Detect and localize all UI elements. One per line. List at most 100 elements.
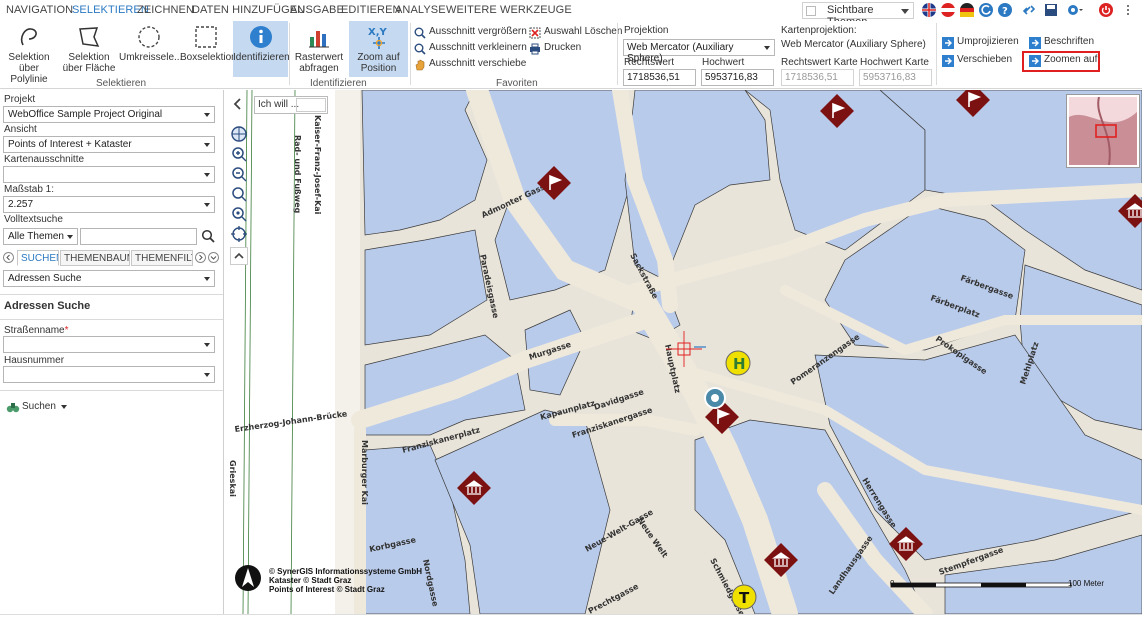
section-title: Adressen Suche: [4, 300, 91, 312]
chevron-up-icon[interactable]: [230, 247, 248, 265]
street-label-28: Prechtgasse: [587, 581, 641, 614]
at-flag-icon[interactable]: [941, 3, 955, 17]
arrow-right-icon: [1029, 37, 1041, 49]
menu-zeichnen[interactable]: ZEICHNEN: [137, 4, 194, 16]
reproject-button[interactable]: Umprojizieren: [942, 36, 1019, 51]
chevron-down-icon: [204, 277, 210, 281]
suchen-label: Suchen: [22, 401, 56, 412]
ribbon-separator: [617, 23, 618, 85]
tabs-scroll-right-icon[interactable]: [195, 252, 206, 263]
i-want-to-menu[interactable]: Ich will ...: [254, 96, 328, 114]
de-flag-icon[interactable]: [960, 3, 974, 17]
reproject-label: Umprojizieren: [957, 36, 1019, 47]
pan-extent-button[interactable]: Ausschnitt verschiebe: [414, 58, 526, 73]
i-want-to-input[interactable]: [296, 98, 326, 112]
massstab-select[interactable]: 2.257: [3, 196, 215, 213]
ansicht-select[interactable]: Points of Interest + Kataster: [3, 136, 215, 153]
hochwert-value: 5953716,83: [705, 72, 758, 83]
chevron-down-icon: [61, 405, 67, 409]
massstab-value: 2.257: [8, 199, 34, 210]
tab-suchen[interactable]: SUCHEN: [17, 250, 59, 266]
select-polyline-button[interactable]: Selektion über Polylinie: [0, 21, 58, 85]
label-label: Beschriften: [1044, 36, 1095, 47]
clear-selection-button[interactable]: Auswahl Löschen: [529, 26, 622, 41]
zoom-out-icon[interactable]: [230, 165, 248, 183]
projekt-select[interactable]: WebOffice Sample Project Original: [3, 106, 215, 123]
zoom-next-icon[interactable]: [230, 205, 248, 223]
move-button[interactable]: Verschieben: [942, 54, 1012, 69]
label-button[interactable]: Beschriften: [1029, 36, 1094, 51]
tab-themenfilter[interactable]: THEMENFILTER: [131, 250, 193, 266]
chevron-down-icon: [204, 173, 210, 177]
collapse-panel-icon[interactable]: [232, 98, 244, 110]
zoom-full-icon[interactable]: [230, 225, 248, 243]
kartenprojektion-label: Kartenprojektion:: [781, 25, 857, 36]
tabs-scroll-left-icon[interactable]: [3, 252, 14, 263]
hausnummer-input[interactable]: [3, 366, 215, 383]
menu-weitere-werkzeuge[interactable]: WEITERE WERKZEUGE: [446, 4, 572, 16]
tram-stop-icon[interactable]: T: [731, 584, 757, 610]
menu-ausgabe[interactable]: AUSGABE: [290, 4, 344, 16]
zoom-out-extent-button[interactable]: Ausschnitt verkleinern: [414, 42, 527, 57]
scale-bar-right-label: 100 Meter: [1068, 579, 1105, 588]
kartenausschnitte-select[interactable]: [3, 166, 215, 183]
group-label-identifizieren: Identifizieren: [310, 78, 367, 89]
projekt-label: Projekt: [4, 94, 36, 105]
strassenname-text: Straßenname: [4, 325, 65, 336]
zoom-in-icon[interactable]: [230, 145, 248, 163]
menu-editieren[interactable]: EDITIEREN: [341, 4, 401, 16]
uk-flag-icon[interactable]: [922, 3, 936, 17]
north-arrow-icon: [235, 565, 261, 591]
box-select-icon: [195, 26, 217, 48]
overview-map-drawing: [1069, 97, 1137, 165]
menu-navigation[interactable]: NAVIGATION: [6, 4, 73, 16]
bus-stop-letter: H: [733, 355, 746, 373]
projektion-select[interactable]: Web Mercator (Auxiliary Sphere): [623, 39, 775, 64]
zoom-to-position-button[interactable]: X,Y Zoom auf Position: [349, 21, 408, 77]
volltext-input[interactable]: [80, 228, 197, 245]
globe-icon[interactable]: [230, 125, 248, 143]
save-icon[interactable]: [1044, 3, 1058, 17]
search-type-select[interactable]: Adressen Suche: [3, 270, 215, 287]
circle-select-icon: [138, 26, 160, 48]
clear-selection-label: Auswahl Löschen: [544, 26, 623, 37]
menu-analyse[interactable]: ANALYSE: [395, 4, 446, 16]
box-select-button[interactable]: Boxselektion: [180, 21, 237, 77]
link-icon[interactable]: [1022, 3, 1036, 17]
search-icon[interactable]: [201, 229, 215, 243]
zoom-in-extent-button[interactable]: Ausschnitt vergrößern: [414, 26, 527, 41]
tab-themenbaum[interactable]: THEMENBAUM: [60, 250, 130, 266]
overview-map[interactable]: [1067, 95, 1139, 167]
menu-daten-hinzufuegen[interactable]: DATEN HINZUFÜGEN: [192, 4, 305, 16]
select-polygon-label: Selektion über Fläche: [62, 52, 116, 74]
zoom-previous-icon[interactable]: [230, 185, 248, 203]
zoom-in-icon: [414, 27, 426, 39]
visible-themes-select[interactable]: Sichtbare Themen: [802, 2, 914, 28]
help-icon[interactable]: ?: [998, 3, 1012, 17]
identify-button[interactable]: Identifizieren: [233, 21, 290, 77]
bar-chart-icon: [309, 31, 329, 48]
bus-stop-icon[interactable]: H: [725, 350, 751, 376]
select-polygon-button[interactable]: Selektion über Fläche: [60, 21, 118, 77]
more-icon[interactable]: [1121, 3, 1135, 17]
ribbon-separator: [410, 23, 411, 85]
strassenname-input[interactable]: [3, 336, 215, 353]
box-select-label: Boxselektion: [180, 52, 237, 63]
svg-text:?: ?: [1002, 6, 1008, 17]
circle-select-button[interactable]: Umkreissele...: [119, 21, 182, 77]
volltext-theme-select[interactable]: Alle Themen: [3, 228, 78, 245]
volltext-theme-value: Alle Themen: [8, 231, 64, 242]
checkbox-icon: [806, 6, 816, 16]
rechtswert-field[interactable]: 1718536,51: [623, 69, 696, 86]
hochwert-field[interactable]: 5953716,83: [701, 69, 774, 86]
power-icon[interactable]: [1099, 3, 1113, 17]
gear-icon[interactable]: [1066, 3, 1083, 17]
raster-query-button[interactable]: Rasterwert abfragen: [292, 21, 346, 77]
print-button[interactable]: Drucken: [529, 42, 581, 57]
move-label: Verschieben: [957, 54, 1013, 65]
refresh-icon[interactable]: [979, 3, 993, 17]
map-canvas[interactable]: Rad- und Fußweg Kaiser-Franz-Josef-Kai A…: [225, 90, 1142, 614]
volltextsuche-label: Volltextsuche: [4, 214, 63, 225]
tabs-menu-icon[interactable]: [208, 252, 219, 263]
scale-bar-left-label: 0: [890, 579, 895, 588]
